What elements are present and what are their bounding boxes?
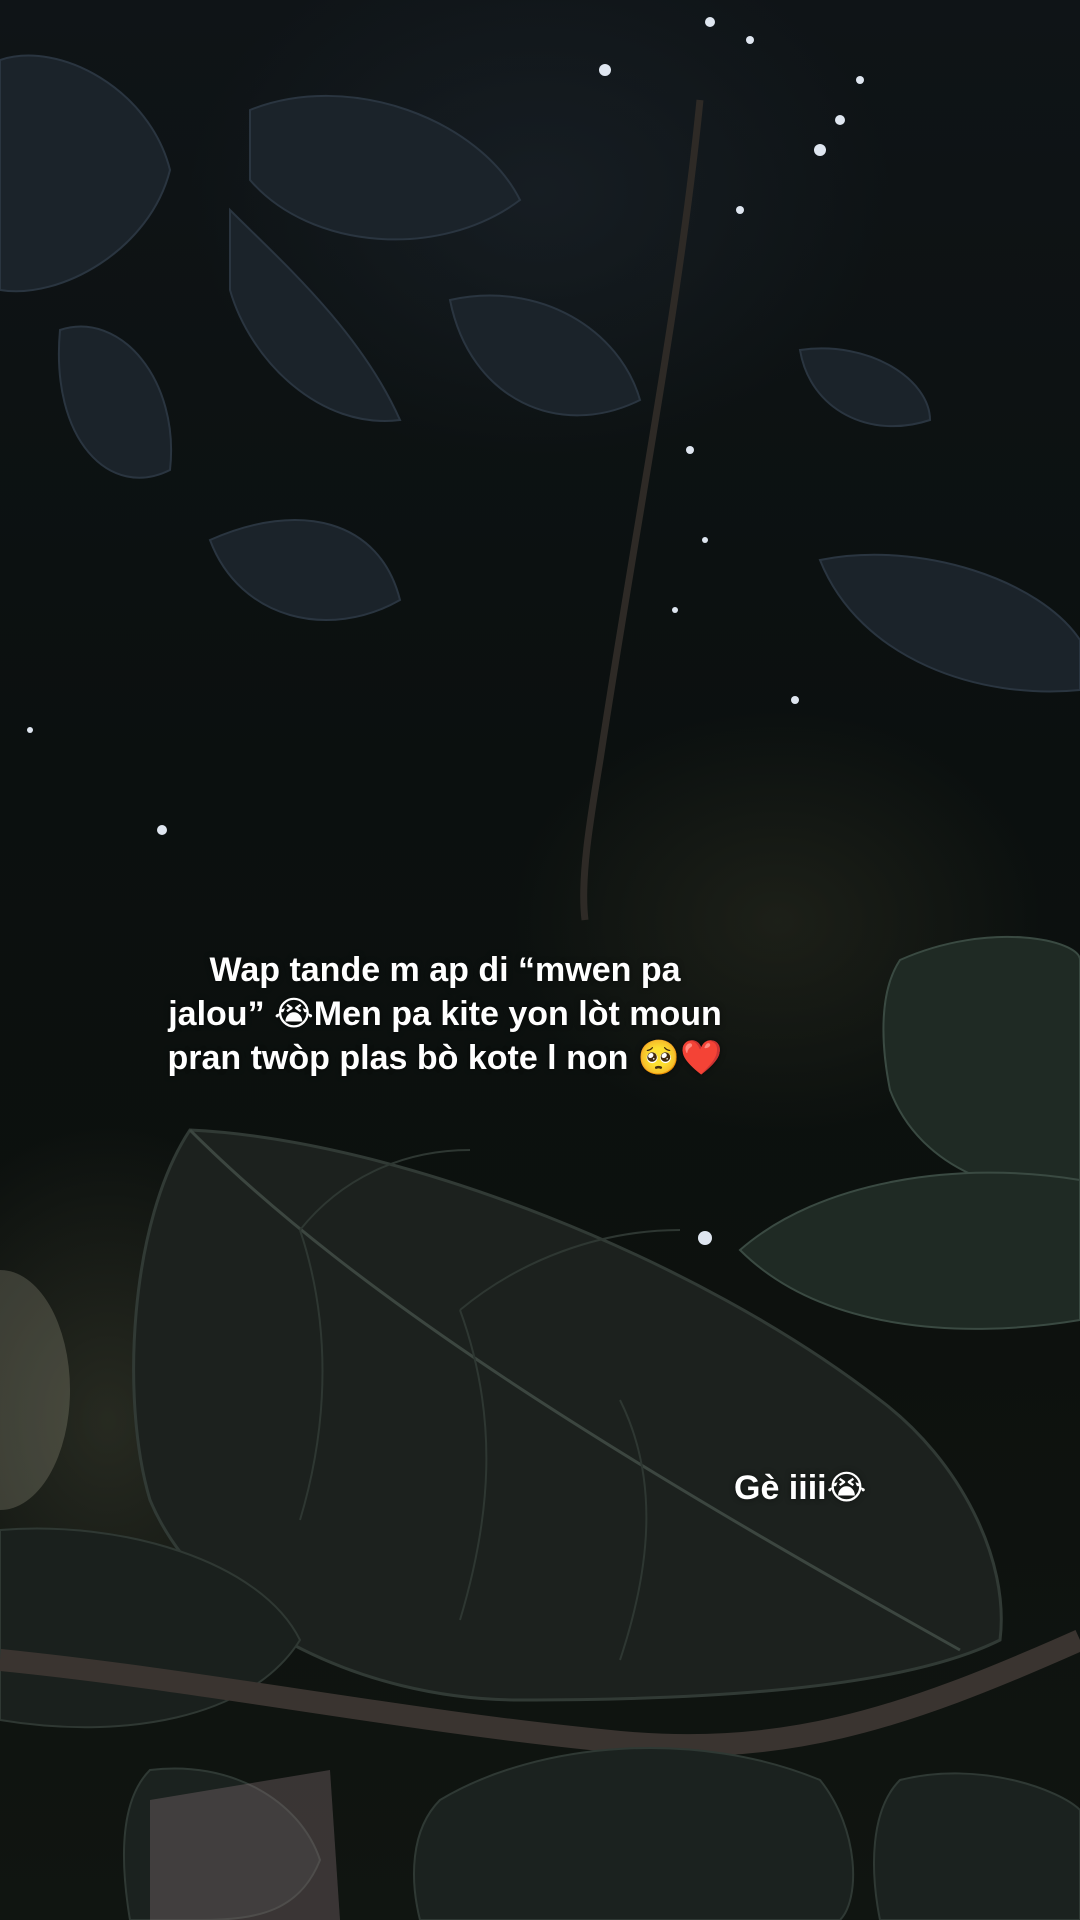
left-glow: [0, 1270, 70, 1510]
upper-leaves: [0, 54, 1080, 693]
caption-main: Wap tande m ap di “mwen pa jalou” 😭Men p…: [167, 951, 723, 1077]
right-leaf: [738, 935, 1080, 1330]
caption-secondary: Gè iiii😭: [734, 1469, 867, 1507]
thin-branch: [580, 99, 704, 921]
photo-background: Wap tande m ap di “mwen pa jalou” 😭Men p…: [0, 0, 1080, 1920]
